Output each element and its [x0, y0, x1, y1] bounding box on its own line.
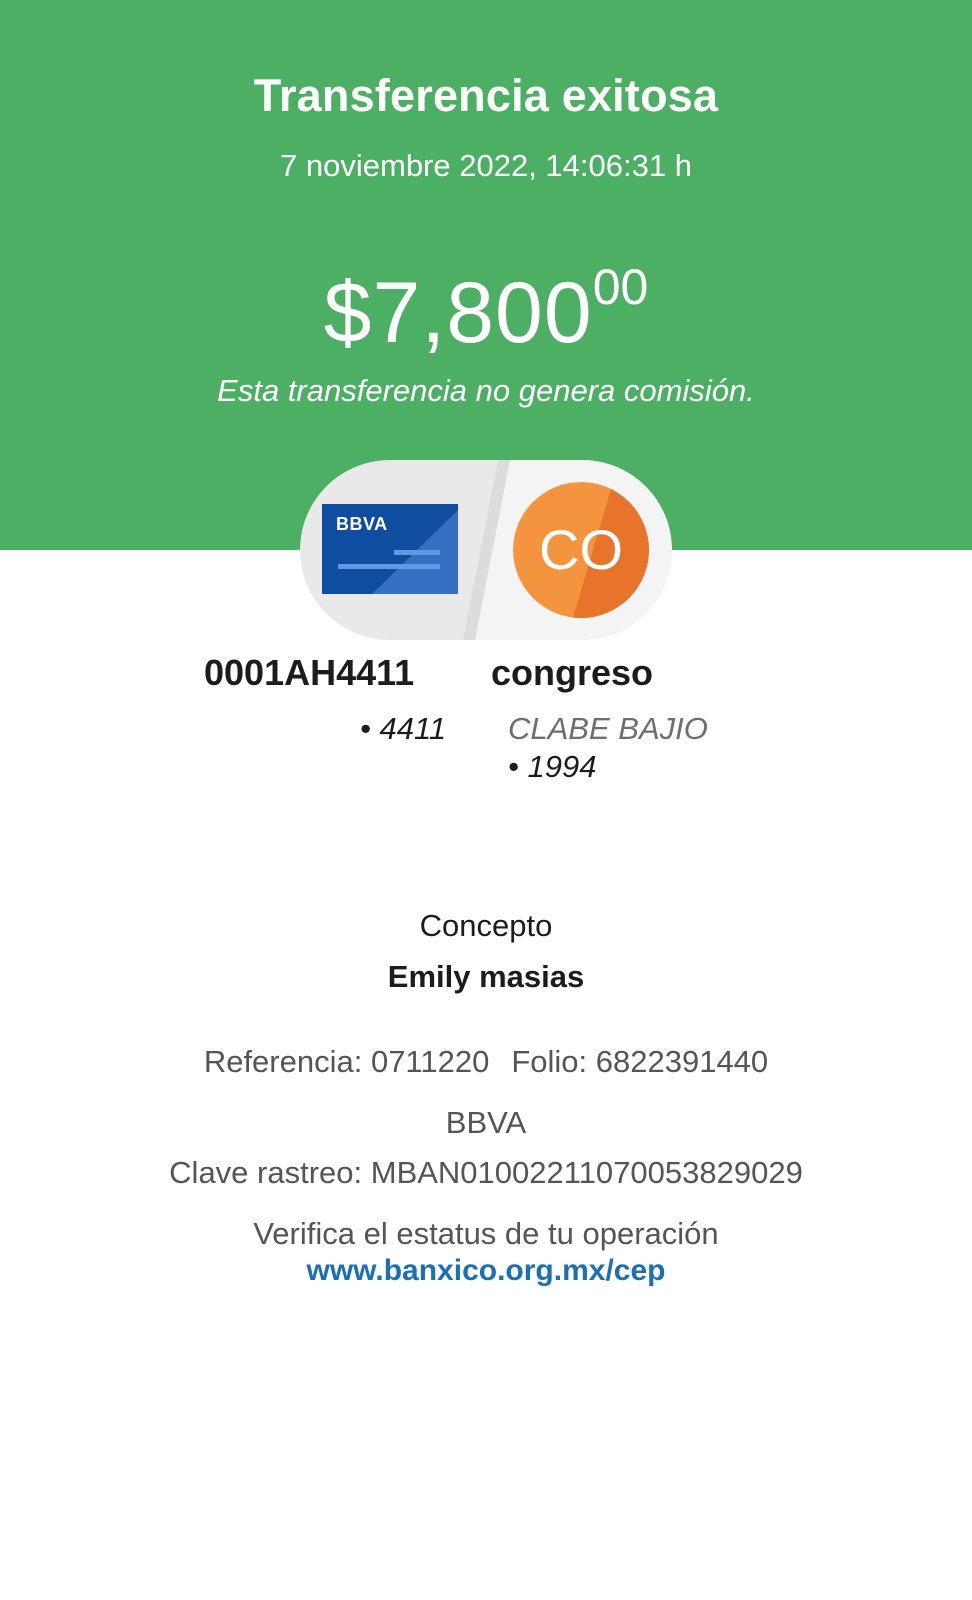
issuing-bank: BBVA — [445, 1105, 527, 1140]
recipient-bank: CLABE BAJIO — [508, 711, 708, 746]
commission-note: Esta transferencia no genera comisión. — [217, 373, 755, 408]
concept-label: Concepto — [419, 908, 553, 943]
verify-status-text: Verifica el estatus de tu operación — [253, 1216, 719, 1251]
recipient-initials: CO — [539, 518, 623, 581]
transfer-datetime: 7 noviembre 2022, 14:06:31 h — [280, 148, 692, 183]
tracking-key: Clave rastreo: MBAN01002211070053829029 — [169, 1155, 803, 1190]
reference-number: Referencia: 0711220 — [203, 1044, 490, 1079]
folio-number: Folio: 6822391440 — [511, 1044, 769, 1079]
transfer-amount: $7,80000 — [0, 258, 972, 363]
amount-main: $7,800 — [323, 265, 593, 361]
origin-account-name: 0001AH4411 — [204, 652, 415, 693]
bank-card-icon: BBVA — [322, 504, 458, 594]
transfer-route-pill: BBVA CO — [300, 460, 672, 640]
recipient-account-last-digits: • 1994 — [508, 749, 597, 784]
banxico-cep-link[interactable]: www.banxico.org.mx/cep — [0, 1254, 972, 1288]
recipient-name: congreso — [491, 652, 654, 693]
concept-value: Emily masias — [387, 959, 585, 994]
reference-folio-line: Referencia: 0711220 Folio: 6822391440 — [0, 1044, 972, 1080]
amount-cents: 00 — [592, 259, 649, 315]
recipient-avatar: CO — [513, 482, 649, 618]
bbva-logo-text: BBVA — [336, 514, 388, 534]
page-title: Transferencia exitosa — [253, 70, 719, 121]
origin-account-last-digits: • 4411 — [360, 711, 447, 746]
